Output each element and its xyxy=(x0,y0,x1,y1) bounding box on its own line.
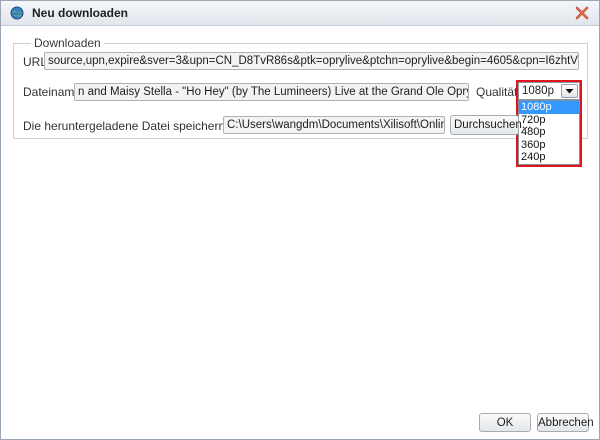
ok-button[interactable]: OK xyxy=(479,413,531,432)
quality-select[interactable]: 1080p xyxy=(518,82,580,100)
quality-option-360p[interactable]: 360p xyxy=(519,139,579,152)
globe-download-icon xyxy=(10,6,24,20)
url-input[interactable]: source,upn,expire&sver=3&upn=CN_D8TvR86s… xyxy=(44,52,579,70)
dialog-window: Neu downloaden Downloaden URL: source,up… xyxy=(0,0,600,440)
quality-option-1080p[interactable]: 1080p xyxy=(519,101,579,114)
dropdown-button[interactable] xyxy=(561,84,578,98)
browse-button[interactable]: Durchsuchen... xyxy=(450,115,531,135)
quality-selected-value: 1080p xyxy=(522,85,554,97)
quality-label: Qualität: xyxy=(476,85,521,99)
filename-input[interactable]: n and Maisy Stella - "Ho Hey" (by The Lu… xyxy=(74,83,469,101)
title-bar: Neu downloaden xyxy=(1,1,599,26)
save-path-input[interactable]: C:\Users\wangdm\Documents\Xilisoft\Onlin… xyxy=(223,116,445,134)
close-icon[interactable] xyxy=(573,4,591,22)
group-legend: Downloaden xyxy=(31,36,104,50)
window-title: Neu downloaden xyxy=(32,6,128,20)
quality-option-240p[interactable]: 240p xyxy=(519,151,579,164)
chevron-down-icon xyxy=(565,89,574,94)
quality-dropdown-list: 1080p 720p 480p 360p 240p xyxy=(518,100,580,165)
cancel-button[interactable]: Abbrechen xyxy=(537,413,594,432)
